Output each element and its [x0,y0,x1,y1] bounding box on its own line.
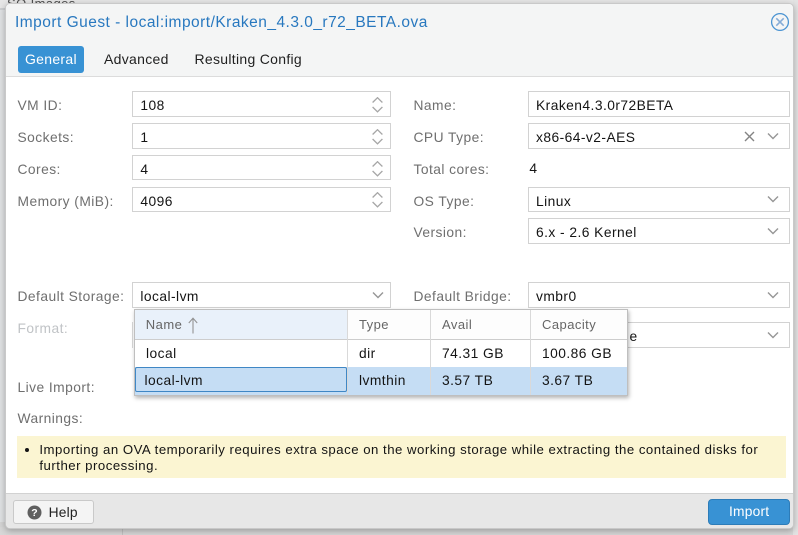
svg-text:?: ? [32,507,38,519]
